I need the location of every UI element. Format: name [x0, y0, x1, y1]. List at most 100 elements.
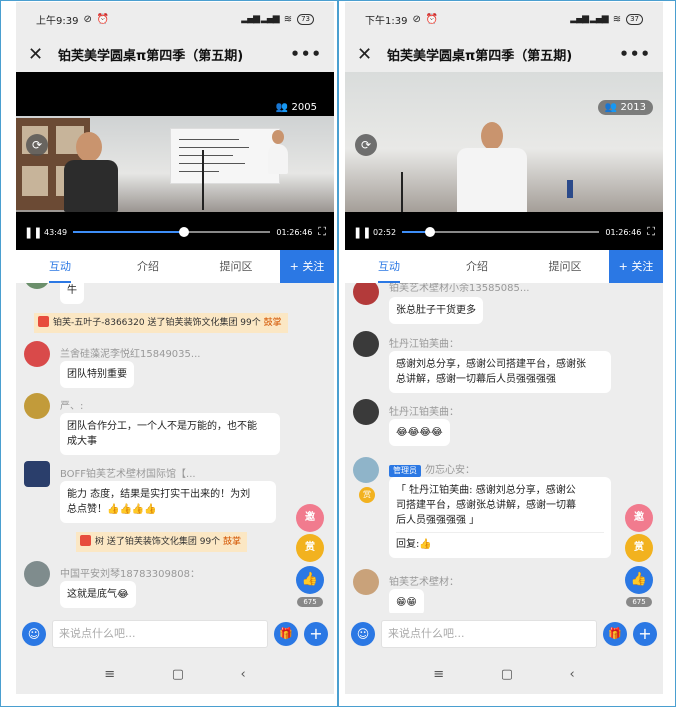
emoji-icon[interactable]: ☺: [351, 622, 375, 646]
gift-icon[interactable]: 🎁: [274, 622, 298, 646]
menu-icon[interactable]: ≡: [433, 667, 444, 682]
message-bubble: 团队合作分工，一个人不是万能的，也不能 成大事: [60, 413, 280, 455]
invite-button[interactable]: 邀: [296, 504, 324, 532]
rotate-icon[interactable]: ⟳: [26, 134, 48, 156]
avatar[interactable]: [24, 283, 50, 289]
list-item: BOFF铂芙艺术壁材国际馆【... 能力 态度，结果是实打实干出来的！为刘 总点…: [24, 461, 290, 525]
message-bubble: 😂😂😂😂: [389, 419, 450, 446]
avatar[interactable]: [353, 283, 379, 305]
video-player[interactable]: 👥 2013 ⟳ ❚❚ 02:52 01:26:46 ⛶: [345, 72, 663, 250]
avatar[interactable]: [24, 341, 50, 367]
status-bar: 下午1:39 ⊘ ⏰ ▂▄▆ ▂▄▆ ≋ 37: [345, 2, 663, 36]
username: 管理员 勿忘心安：: [389, 461, 619, 477]
player-controls: ❚❚ 02:52 01:26:46 ⛶: [345, 214, 663, 250]
list-item: 赏 管理员 勿忘心安： 「 牡丹江铂芙曲: 感谢刘总分享，感谢公 司搭建平台，感谢…: [353, 457, 619, 567]
title-bar: ✕ 铂芙美学圆桌π第四季（第五期) •••: [16, 36, 334, 72]
notification-icon: ⊘: [83, 13, 92, 25]
viewers-icon: 👥: [275, 102, 292, 113]
home-icon[interactable]: ▢: [172, 667, 184, 682]
close-icon[interactable]: ✕: [28, 44, 50, 65]
tab-interaction[interactable]: 互动: [16, 250, 104, 283]
tab-interaction[interactable]: 互动: [345, 250, 433, 283]
avatar[interactable]: [24, 561, 50, 587]
page-title: 铂芙美学圆桌π第四季（第五期): [58, 48, 244, 64]
plus-icon[interactable]: +: [304, 622, 328, 646]
tab-questions[interactable]: 提问区: [521, 250, 609, 283]
avatar[interactable]: [24, 393, 50, 419]
pause-icon[interactable]: ❚❚: [353, 226, 371, 239]
battery-icon: 73: [297, 13, 314, 25]
bottle-image: [567, 180, 573, 198]
progress-knob[interactable]: [424, 227, 435, 237]
page-title: 铂芙美学圆桌π第四季（第五期): [387, 48, 573, 64]
fullscreen-icon[interactable]: ⛶: [318, 225, 326, 239]
phone-left: 上午9:39 ⊘ ⏰ ▂▄▆ ▂▄▆ ≋ 73 ✕ 铂芙美学圆桌π第四季（第五期…: [16, 2, 334, 694]
signal-icon: ▂▄▆ ▂▄▆: [570, 14, 608, 24]
close-icon[interactable]: ✕: [357, 44, 379, 65]
list-item: 牡丹江铂芙曲： 😂😂😂😂: [353, 399, 619, 449]
player-controls: ❚❚ 43:49 01:26:46 ⛶: [16, 214, 334, 250]
like-icon[interactable]: 👍: [625, 566, 653, 594]
message-bubble: 团队特别重要: [60, 361, 134, 388]
message-bubble: 能力 态度，结果是实打实干出来的！为刘 总点赞！👍👍👍👍: [60, 481, 276, 523]
tab-intro[interactable]: 介绍: [433, 250, 521, 283]
tripod-image: [401, 172, 403, 212]
rotate-icon[interactable]: ⟳: [355, 134, 377, 156]
back-icon[interactable]: ‹: [570, 667, 575, 682]
progress-knob[interactable]: [178, 227, 189, 237]
avatar[interactable]: [353, 331, 379, 357]
more-icon[interactable]: •••: [290, 45, 322, 63]
more-icon[interactable]: •••: [619, 45, 651, 63]
invite-button[interactable]: 邀: [625, 504, 653, 532]
status-bar: 上午9:39 ⊘ ⏰ ▂▄▆ ▂▄▆ ≋ 73: [16, 2, 334, 36]
comment-input[interactable]: 来说点什么吧...: [52, 620, 268, 648]
message-bubble: 「 牡丹江铂芙曲: 感谢刘总分享，感谢公 司搭建平台，感谢张总讲解，感谢一切幕 …: [389, 477, 611, 558]
chat-feed[interactable]: 牛 铂芙-五叶子-8366320 送了铂芙装饰文化集团 99个 鼓掌 兰舍硅藻泥…: [16, 283, 334, 613]
gift-notice: 铂芙-五叶子-8366320 送了铂芙装饰文化集团 99个 鼓掌: [34, 313, 288, 333]
gift-icon: [80, 535, 91, 546]
video-frame: [16, 116, 334, 212]
menu-icon[interactable]: ≡: [104, 667, 115, 682]
tab-questions[interactable]: 提问区: [192, 250, 280, 283]
username: 铂芙艺术壁材小余13585085...: [389, 283, 530, 294]
list-item: 牛: [24, 283, 290, 307]
avatar[interactable]: [353, 569, 379, 595]
like-icon[interactable]: 👍: [296, 566, 324, 594]
avatar[interactable]: [353, 399, 379, 425]
emoji-icon[interactable]: ☺: [22, 622, 46, 646]
back-icon[interactable]: ‹: [241, 667, 246, 682]
input-bar: ☺ 来说点什么吧... 🎁 +: [345, 613, 663, 655]
wifi-icon: ≋: [612, 13, 622, 25]
avatar[interactable]: [24, 461, 50, 487]
reward-button[interactable]: 赏: [296, 534, 324, 562]
duration: 01:26:46: [605, 227, 642, 237]
fullscreen-icon[interactable]: ⛶: [647, 225, 655, 239]
admin-badge: 管理员: [389, 465, 421, 477]
chat-feed[interactable]: 铂芙艺术壁材小余13585085... 张总肚子干货更多 牡丹江铂芙曲： 感谢刘…: [345, 283, 663, 613]
progress-slider[interactable]: [402, 227, 600, 237]
follow-button[interactable]: + 关注: [609, 250, 663, 283]
reward-badge-icon: 赏: [359, 487, 375, 503]
signal-icon: ▂▄▆ ▂▄▆: [241, 14, 279, 24]
follow-button[interactable]: + 关注: [280, 250, 334, 283]
username: 铂芙艺术壁材：: [389, 577, 459, 588]
like-count: 675: [626, 597, 652, 607]
notification-icon: ⊘: [412, 13, 421, 25]
username: 严、:: [60, 401, 84, 412]
progress-slider[interactable]: [73, 227, 271, 237]
username: 兰舍硅藻泥李悦红15849035...: [60, 349, 201, 360]
home-icon[interactable]: ▢: [501, 667, 513, 682]
comment-input[interactable]: 来说点什么吧...: [381, 620, 597, 648]
plus-icon[interactable]: +: [633, 622, 657, 646]
video-player[interactable]: 👥 2005 ⟳ ❚❚ 43:49 01:26:46 ⛶: [16, 72, 334, 250]
tab-intro[interactable]: 介绍: [104, 250, 192, 283]
system-nav-bar: ≡ ▢ ‹: [16, 655, 334, 694]
list-item: 牡丹江铂芙曲： 感谢刘总分享，感谢公司搭建平台，感谢张 总讲解，感谢一切幕后人员…: [353, 331, 619, 395]
gift-icon[interactable]: 🎁: [603, 622, 627, 646]
reward-button[interactable]: 赏: [625, 534, 653, 562]
whiteboard-image: [170, 128, 280, 184]
status-time: 上午9:39: [36, 15, 79, 27]
gift-icon: [38, 316, 49, 327]
pause-icon[interactable]: ❚❚: [24, 226, 42, 239]
avatar[interactable]: [353, 457, 379, 483]
